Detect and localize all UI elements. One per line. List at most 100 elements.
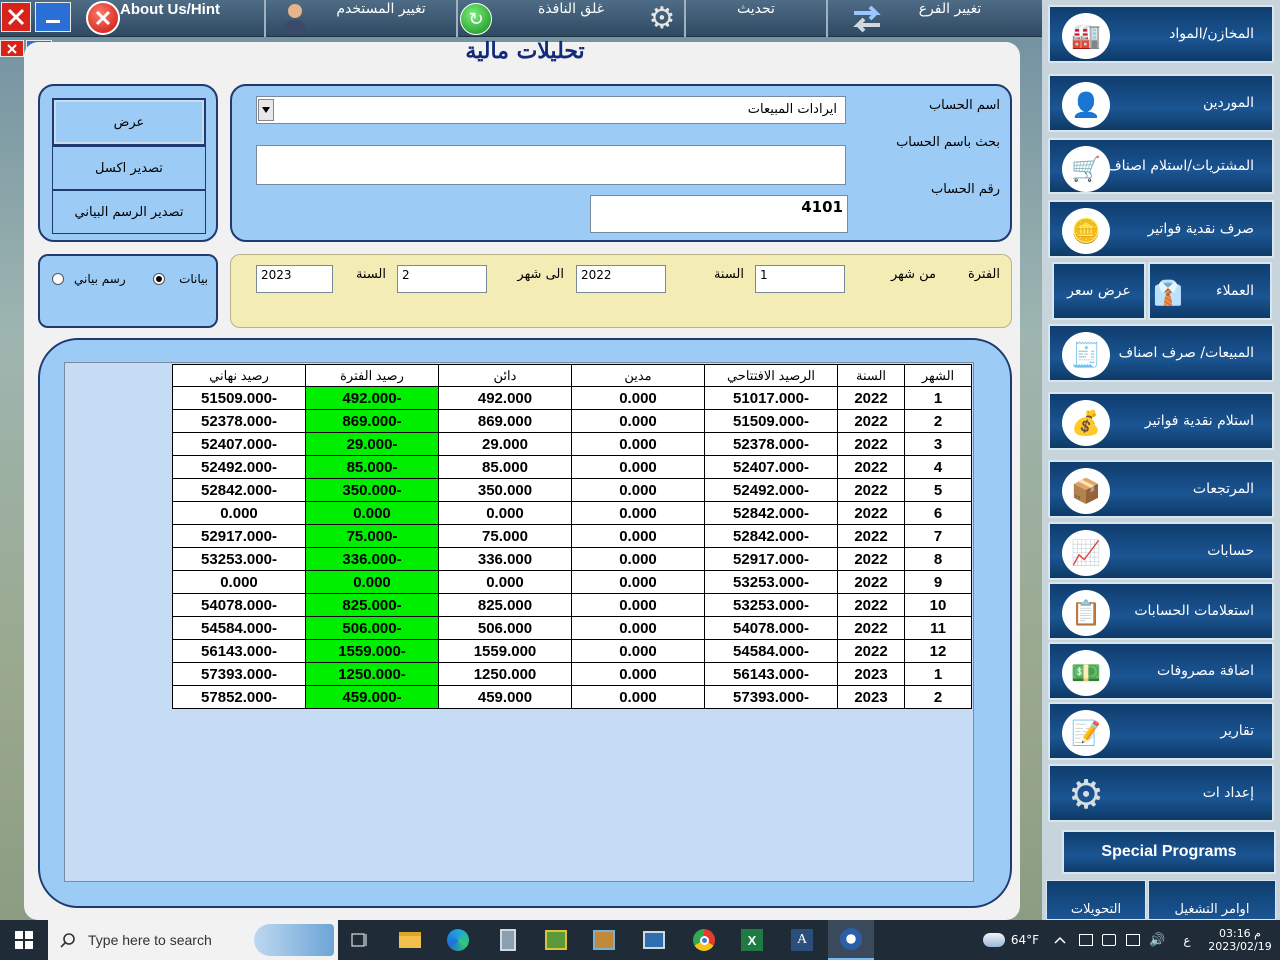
table-cell: 459.000- (305, 685, 439, 709)
export-excel-button[interactable]: تصدير اكسل (52, 146, 206, 190)
export-chart-button[interactable]: تصدير الرسم البياني (52, 190, 206, 234)
data-mode-option[interactable]: بيانات (153, 272, 208, 286)
change-branch-button[interactable]: تغيير الفرع (828, 0, 1042, 37)
column-header[interactable]: السنة (837, 364, 905, 387)
run-commands-button[interactable]: اوامر التشغيل (1148, 880, 1276, 920)
table-row[interactable]: 57852.000- 459.000- 459.000 0.000 57393.000-… (172, 685, 972, 709)
table-row[interactable]: 0.000 0.000 0.000 0.000 53253.000- 2022 9 (172, 570, 972, 594)
table-row[interactable]: 56143.000- 1559.000- 1559.000 0.000 54584.00… (172, 639, 972, 663)
app-button-4[interactable]: A (780, 920, 824, 960)
sidebar-item[interactable]: 👤 الموردين (1048, 74, 1274, 132)
form-close-button[interactable] (0, 40, 24, 57)
table-row[interactable]: 52492.000- 85.000- 85.000 0.000 52407.000- 20… (172, 455, 972, 479)
to-month-input[interactable]: 2 (397, 265, 487, 293)
table-cell: 54584.000- (704, 639, 838, 663)
chart-mode-option[interactable]: رسم بياني (52, 272, 126, 286)
about-button[interactable]: About Us/Hint (84, 0, 266, 37)
sidebar-item[interactable]: 📋 استعلامات الحسابات (1048, 582, 1274, 640)
table-cell: 825.000- (305, 593, 439, 617)
app-button-1[interactable] (534, 920, 578, 960)
calculator-button[interactable] (486, 920, 530, 960)
tray-chevron[interactable] (1050, 920, 1070, 960)
table-cell: 52407.000- (172, 432, 306, 456)
refresh-button[interactable]: تحديث (686, 0, 828, 37)
file-explorer-button[interactable] (388, 920, 432, 960)
app-button-3[interactable] (632, 920, 676, 960)
column-header[interactable]: رصيد نهاني (172, 364, 306, 387)
table-row[interactable]: 54584.000- 506.000- 506.000 0.000 54078.000-… (172, 616, 972, 640)
table-row[interactable]: 0.000 0.000 0.000 0.000 52842.000- 2022 6 (172, 501, 972, 525)
column-header[interactable]: الرصيد الافتتاحي (704, 364, 838, 387)
language-indicator[interactable]: ع (1176, 920, 1198, 960)
data-mode-radio[interactable] (153, 273, 166, 285)
price-quote-button[interactable]: عرض سعر (1052, 262, 1146, 320)
table-cell: 11 (904, 616, 972, 640)
edge-button[interactable] (436, 920, 480, 960)
special-programs-button[interactable]: Special Programs (1062, 830, 1276, 874)
sidebar-item[interactable]: 👔 العملاء (1148, 262, 1272, 320)
column-header[interactable]: مدين (571, 364, 705, 387)
network-icon (1102, 934, 1117, 946)
clock[interactable]: م 03:16 2023/02/19 (1200, 922, 1280, 958)
minimize-window-button[interactable] (35, 2, 71, 32)
supplier-icon: 👤 (1062, 82, 1110, 128)
table-row[interactable]: 54078.000- 825.000- 825.000 0.000 53253.000-… (172, 593, 972, 617)
table-cell: 336.000- (305, 547, 439, 571)
sidebar-item[interactable]: ⚙ إعداد ات (1048, 764, 1274, 822)
table-row[interactable]: 57393.000- 1250.000- 1250.000 0.000 56143.00… (172, 662, 972, 686)
chart-mode-radio[interactable] (52, 273, 64, 285)
change-user-button[interactable]: تغيير المستخدم (266, 0, 458, 37)
task-view-button[interactable] (340, 920, 380, 960)
app-button-active[interactable] (828, 920, 874, 960)
warehouse-icon: 🏭 (1062, 13, 1110, 59)
taskbar-search[interactable]: Type here to search (48, 920, 338, 960)
excel-button[interactable]: X (730, 920, 774, 960)
to-year-input[interactable]: 2023 (256, 265, 333, 293)
conversions-button[interactable]: التحويلات (1046, 880, 1146, 920)
close-form-button[interactable]: ↻ غلق النافذة ⚙ (458, 0, 686, 37)
weather-widget[interactable]: 64°F (976, 920, 1046, 960)
sidebar-item[interactable]: 🧾 المبيعات/ صرف اصناف (1048, 324, 1274, 382)
tray-icons[interactable]: 🔊 (1074, 920, 1170, 960)
dropdown-button[interactable] (258, 99, 274, 121)
sidebar-item-label: صرف نقدية فواتير (1147, 221, 1254, 237)
weather-temp: 64°F (1010, 933, 1040, 947)
column-header[interactable]: دائن (438, 364, 572, 387)
sidebar-item[interactable]: 🛒 المشتريات/استلام اصناف (1048, 138, 1274, 194)
sidebar-item[interactable]: 📦 المرتجعات (1048, 460, 1274, 518)
start-button[interactable] (0, 920, 48, 960)
table-cell: 8 (904, 547, 972, 571)
search-placeholder: Type here to search (88, 932, 212, 948)
gear-icon: ⚙ (1068, 772, 1104, 818)
column-header[interactable]: رصيد الفترة (305, 364, 439, 387)
from-year-input[interactable]: 2022 (576, 265, 666, 293)
table-row[interactable]: 52842.000- 350.000- 350.000 0.000 52492.000-… (172, 478, 972, 502)
account-search-input[interactable] (256, 145, 846, 185)
table-cell: 1559.000 (438, 639, 572, 663)
settings-gear-icon: ⚙ (648, 1, 676, 36)
table-cell: 0.000 (571, 409, 705, 433)
sidebar-item[interactable]: 📈 حسابات (1048, 522, 1274, 580)
view-button[interactable]: عرض (52, 98, 206, 146)
close-window-button[interactable] (1, 2, 31, 32)
expenses-icon: 💵 (1062, 650, 1110, 696)
table-row[interactable]: 53253.000- 336.000- 336.000 0.000 52917.000-… (172, 547, 972, 571)
sidebar-item[interactable]: 🪙 صرف نقدية فواتير (1048, 200, 1274, 258)
table-row[interactable]: 51509.000- 492.000- 492.000 0.000 51017.000-… (172, 386, 972, 410)
from-month-input[interactable]: 1 (755, 265, 845, 293)
app-button-2[interactable] (582, 920, 626, 960)
from-month-value: 1 (760, 268, 768, 282)
sidebar-item-label: المشتريات/استلام اصناف (1107, 158, 1254, 174)
account-number-input[interactable]: 4101 (590, 195, 848, 233)
table-row[interactable]: 52407.000- 29.000- 29.000 0.000 52378.000- 20… (172, 432, 972, 456)
table-row[interactable]: 52917.000- 75.000- 75.000 0.000 52842.000- 20… (172, 524, 972, 548)
chrome-button[interactable] (682, 920, 726, 960)
table-cell: 2022 (837, 593, 905, 617)
table-row[interactable]: 52378.000- 869.000- 869.000 0.000 51509.000-… (172, 409, 972, 433)
column-header[interactable]: الشهر (904, 364, 972, 387)
sidebar-item[interactable]: 📝 تقارير (1048, 702, 1274, 760)
sidebar-item[interactable]: 🏭 المخازن/المواد (1048, 5, 1274, 63)
account-name-select[interactable]: ايرادات المبيعات (256, 96, 846, 124)
sidebar-item[interactable]: 💰 استلام نقدية فواتير (1048, 392, 1274, 450)
sidebar-item[interactable]: 💵 اضافة مصروفات (1048, 642, 1274, 700)
